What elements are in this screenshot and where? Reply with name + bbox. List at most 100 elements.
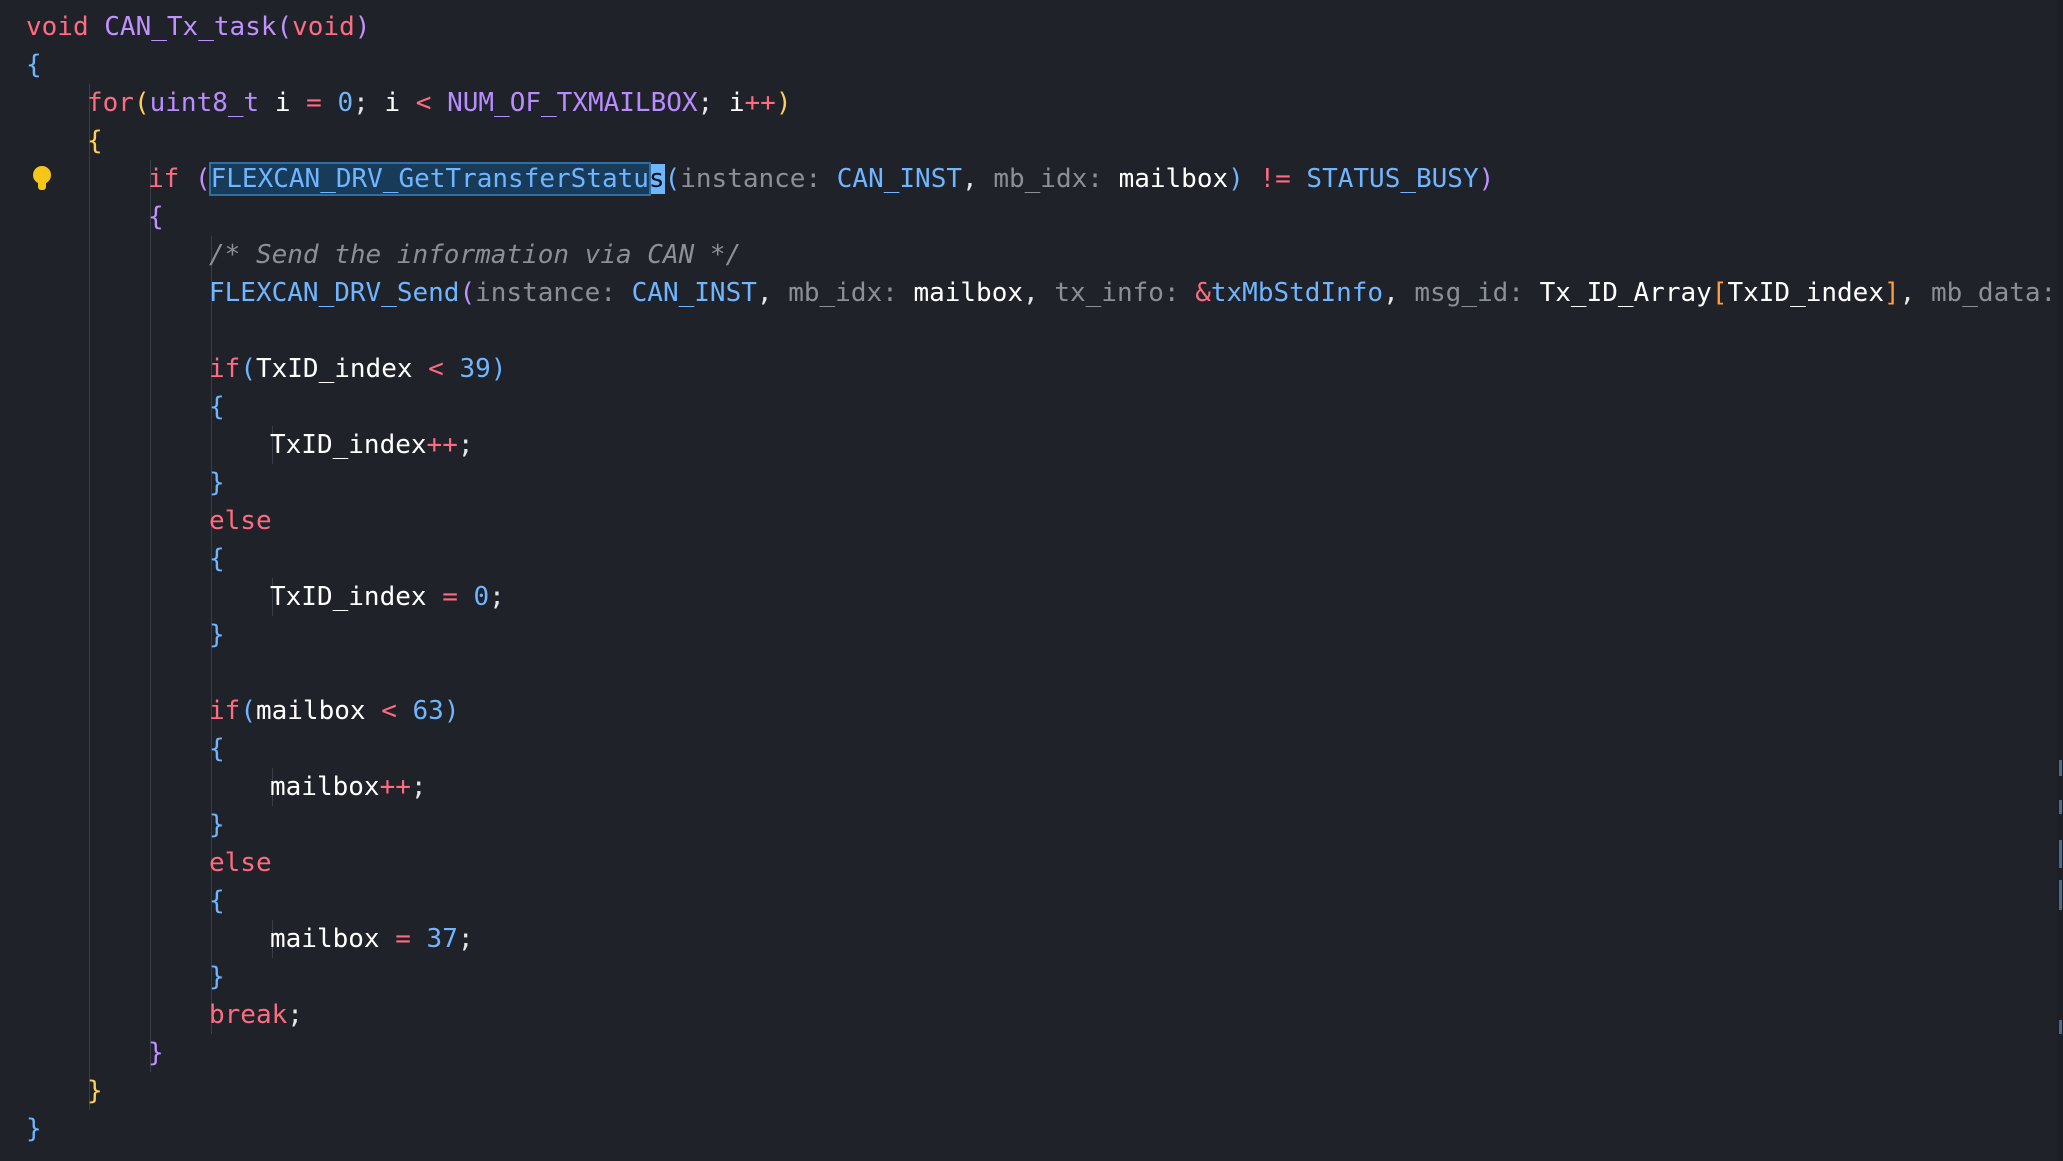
code-line[interactable]: TxID_index++;: [26, 426, 2063, 464]
code-line[interactable]: void CAN_Tx_task(void): [26, 8, 2063, 46]
code-content: {: [26, 46, 42, 84]
indent-guide: [89, 730, 90, 768]
code-token-paren-b: {: [209, 544, 225, 574]
code-line[interactable]: [26, 312, 2063, 350]
code-content: {: [148, 198, 164, 236]
indent-guide: [150, 768, 151, 806]
code-token-op: <: [428, 354, 444, 384]
code-token-op: <: [415, 88, 432, 118]
indent-guide: [89, 996, 90, 1034]
code-token-punc: [89, 12, 105, 42]
lightbulb-icon[interactable]: [32, 166, 52, 192]
code-token-macro: NUM_OF_TXMAILBOX: [447, 88, 698, 118]
code-token-punc: [322, 88, 338, 118]
code-token-var: mailbox: [270, 772, 380, 802]
code-token-paren-b: ): [490, 354, 507, 384]
code-token-hint: msg_id:: [1414, 278, 1524, 308]
code-token-paren-b: (: [664, 164, 681, 194]
code-token-paren-b: }: [209, 810, 225, 840]
code-content: if(TxID_index < 39): [209, 350, 506, 388]
code-token-kw: void: [292, 12, 355, 42]
code-token-hint: instance:: [475, 278, 616, 308]
indent-guide: [150, 730, 151, 768]
code-token-cursor: s: [648, 164, 665, 194]
code-line[interactable]: }: [26, 616, 2063, 654]
code-token-punc: ,: [1023, 278, 1055, 308]
code-content: TxID_index++;: [270, 426, 474, 464]
code-line[interactable]: if(mailbox < 63): [26, 692, 2063, 730]
indent-guide: [89, 616, 90, 654]
code-line[interactable]: else: [26, 502, 2063, 540]
indent-guide: [89, 350, 90, 388]
code-token-paren-y: (: [133, 88, 150, 118]
code-line[interactable]: mailbox = 37;: [26, 920, 2063, 958]
code-token-paren-b: (: [240, 696, 256, 726]
code-content: for(uint8_t i = 0; i < NUM_OF_TXMAILBOX;…: [87, 84, 791, 122]
code-content: {: [209, 882, 225, 920]
code-token-hint: mb_data:: [1930, 278, 2057, 308]
code-token-paren-b: }: [209, 962, 225, 992]
code-token-kw: if: [209, 696, 241, 726]
code-line[interactable]: {: [26, 198, 2063, 236]
code-token-bracket-o: ]: [1884, 278, 1900, 308]
code-token-punc: ,: [756, 278, 789, 308]
code-line[interactable]: if (FLEXCAN_DRV_GetTransferStatus(instan…: [26, 160, 2063, 198]
code-token-hint: mb_idx:: [993, 164, 1103, 194]
code-line[interactable]: }: [26, 1072, 2063, 1110]
code-token-num: 63: [412, 696, 444, 726]
code-token-punc: [1244, 164, 1260, 194]
code-line[interactable]: /* Send the information via CAN */: [26, 236, 2063, 274]
code-content: /* Send the information via CAN */: [209, 236, 741, 274]
code-line[interactable]: }: [26, 958, 2063, 996]
code-line[interactable]: {: [26, 46, 2063, 84]
indent-guide: [150, 578, 151, 616]
code-token-var: mailbox: [913, 278, 1024, 308]
code-line[interactable]: FLEXCAN_DRV_Send(instance: CAN_INST, mb_…: [26, 274, 2063, 312]
code-token-hint: mb_idx:: [788, 278, 898, 308]
code-token-punc: [179, 164, 195, 194]
code-line[interactable]: {: [26, 882, 2063, 920]
code-token-var: TxID_index: [1727, 278, 1884, 308]
code-line[interactable]: {: [26, 122, 2063, 160]
code-token-punc: [380, 924, 396, 954]
code-line[interactable]: {: [26, 730, 2063, 768]
code-line[interactable]: for(uint8_t i = 0; i < NUM_OF_TXMAILBOX;…: [26, 84, 2063, 122]
code-line[interactable]: TxID_index = 0;: [26, 578, 2063, 616]
indent-guide: [89, 502, 90, 540]
code-token-punc: [427, 582, 443, 612]
code-line[interactable]: }: [26, 806, 2063, 844]
code-token-fn2: FLEXCAN_DRV_Send: [209, 278, 460, 308]
code-token-paren-b: }: [209, 620, 225, 650]
code-token-punc: [1180, 278, 1196, 308]
code-line[interactable]: {: [26, 540, 2063, 578]
code-token-const: STATUS_BUSY: [1306, 164, 1479, 194]
code-token-kw: else: [209, 506, 272, 536]
code-line[interactable]: {: [26, 388, 2063, 426]
code-token-punc: ,: [1383, 278, 1415, 308]
code-token-paren-p: ): [1478, 164, 1495, 194]
code-line[interactable]: if(TxID_index < 39): [26, 350, 2063, 388]
code-line[interactable]: }: [26, 464, 2063, 502]
editor-scrollbar[interactable]: [2057, 0, 2063, 1161]
code-line[interactable]: else: [26, 844, 2063, 882]
code-line[interactable]: [26, 654, 2063, 692]
code-token-paren-b: (: [240, 354, 256, 384]
code-line[interactable]: break;: [26, 996, 2063, 1034]
code-line[interactable]: mailbox++;: [26, 768, 2063, 806]
indent-guide: [89, 806, 90, 844]
code-content: }: [209, 616, 225, 654]
code-area[interactable]: void CAN_Tx_task(void){for(uint8_t i = 0…: [26, 8, 2063, 1148]
code-line[interactable]: }: [26, 1110, 2063, 1148]
indent-guide: [150, 350, 151, 388]
code-content: }: [148, 1034, 164, 1072]
code-editor[interactable]: void CAN_Tx_task(void){for(uint8_t i = 0…: [0, 0, 2063, 1161]
code-token-op: ++: [744, 88, 776, 118]
code-content: mailbox = 37;: [270, 920, 474, 958]
code-line[interactable]: }: [26, 1034, 2063, 1072]
code-token-paren-p: {: [148, 202, 164, 232]
indent-guide: [89, 1034, 90, 1072]
code-token-op: !=: [1259, 164, 1291, 194]
lightbulb-base: [38, 182, 46, 190]
indent-guide: [89, 958, 90, 996]
code-token-var: i: [384, 88, 401, 118]
